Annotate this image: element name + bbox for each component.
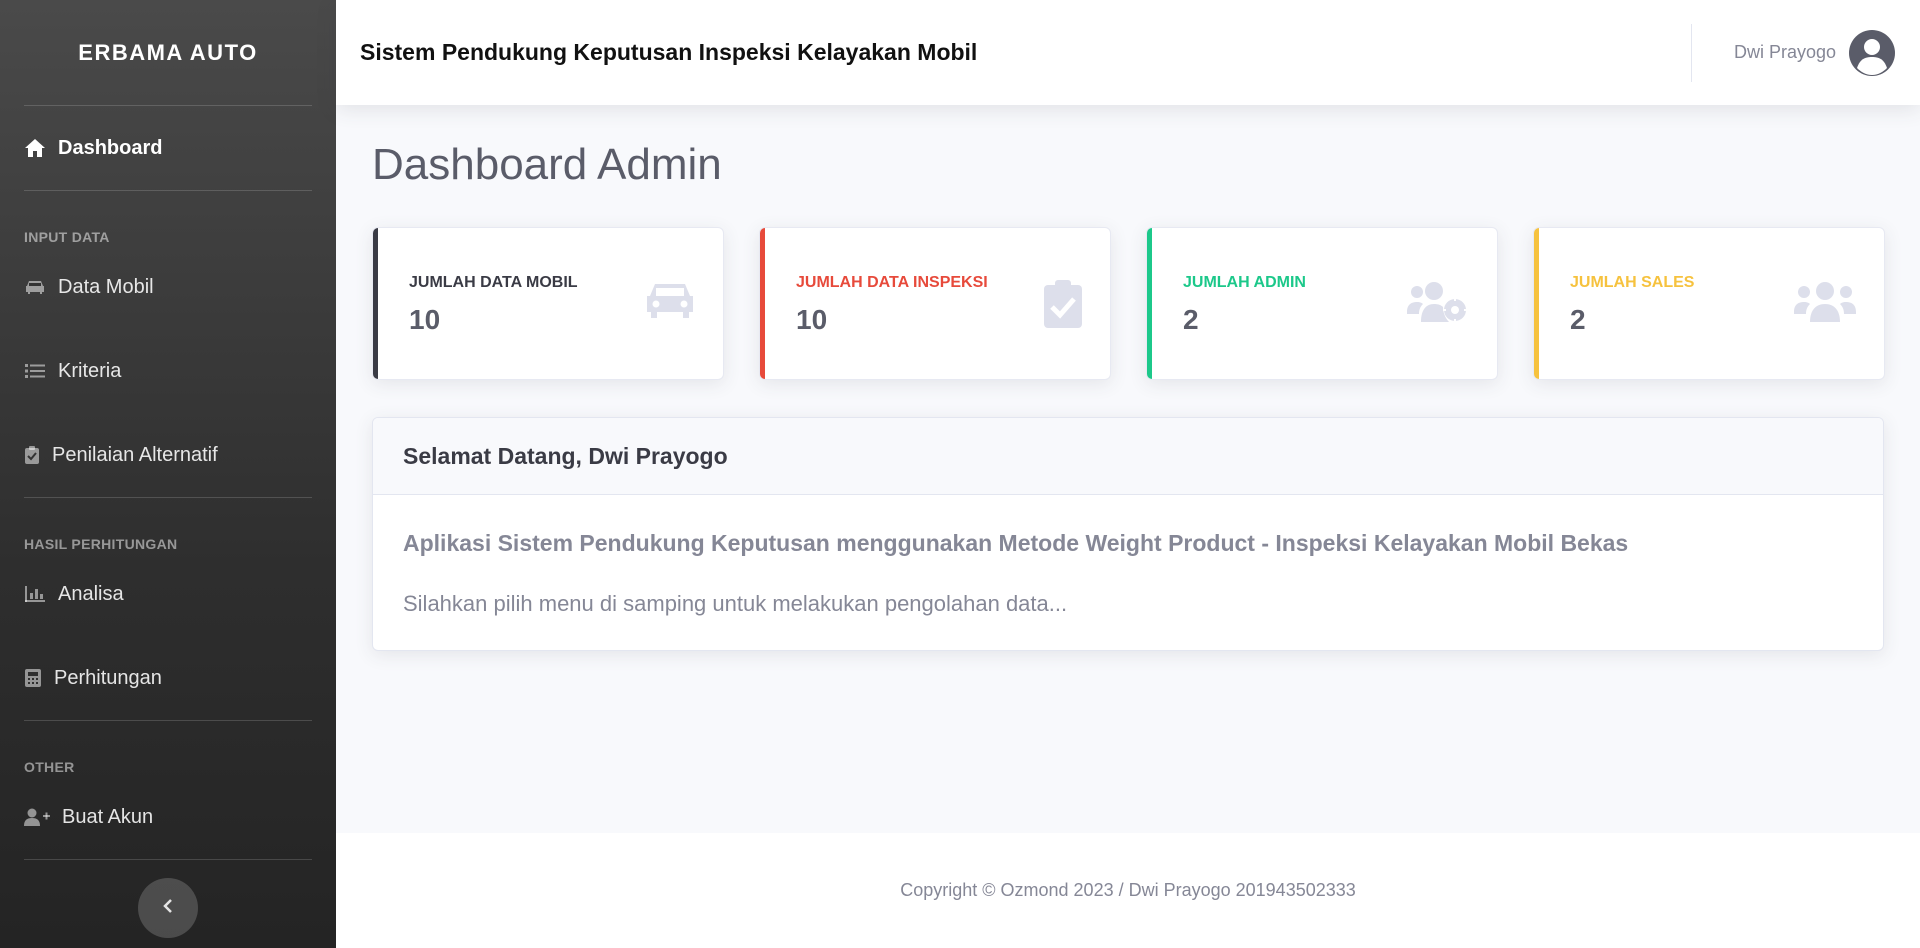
- sidebar-item-label: Kriteria: [58, 359, 122, 382]
- stat-value: 10: [796, 304, 828, 335]
- sidebar-item-label: Dashboard: [58, 136, 163, 159]
- stat-label: JUMLAH SALES: [1570, 274, 1695, 291]
- sidebar-toggle-button[interactable]: [138, 878, 198, 938]
- user-plus-icon: [24, 806, 50, 828]
- sidebar-heading-input: INPUT DATA: [24, 229, 110, 245]
- welcome-card: Selamat Datang, Dwi Prayogo Aplikasi Sis…: [372, 417, 1884, 651]
- stat-value: 2: [1570, 304, 1586, 335]
- list-icon: [24, 360, 46, 382]
- stat-card-mobil: JUMLAH DATA MOBIL 10: [372, 227, 724, 380]
- sidebar-item-label: Data Mobil: [58, 275, 154, 298]
- sidebar-item-analisa[interactable]: Analisa: [0, 552, 336, 636]
- sidebar-item-penilaian[interactable]: Penilaian Alternatif: [0, 413, 336, 497]
- sidebar-divider: [24, 190, 312, 191]
- calculator-icon: [24, 667, 42, 689]
- stat-label: JUMLAH ADMIN: [1183, 274, 1306, 291]
- stat-card-admin: JUMLAH ADMIN 2: [1146, 227, 1498, 380]
- card-accent-bar: [1534, 228, 1539, 379]
- sidebar-divider: [24, 859, 312, 860]
- sidebar-item-label: Analisa: [58, 582, 124, 605]
- brand-logo[interactable]: ERBAMA AUTO: [0, 0, 336, 105]
- stat-label: JUMLAH DATA MOBIL: [409, 274, 578, 291]
- page-title: Dashboard Admin: [372, 140, 722, 189]
- sidebar: ERBAMA AUTO Dashboard INPUT DATA Data Mo…: [0, 0, 336, 948]
- users-icon: [1794, 280, 1856, 329]
- sidebar-heading-other: OTHER: [24, 759, 75, 775]
- sidebar-item-data-mobil[interactable]: Data Mobil: [0, 245, 336, 329]
- chevron-left-icon: [162, 898, 174, 918]
- sidebar-item-dashboard[interactable]: Dashboard: [0, 106, 336, 190]
- stat-value: 10: [409, 304, 441, 335]
- home-icon: [24, 137, 46, 159]
- topbar: Sistem Pendukung Keputusan Inspeksi Kela…: [336, 0, 1920, 105]
- card-accent-bar: [1147, 228, 1152, 379]
- sidebar-item-buat-akun[interactable]: Buat Akun: [0, 775, 336, 859]
- clipboard-check-icon: [1044, 280, 1082, 333]
- welcome-heading: Selamat Datang, Dwi Prayogo: [373, 418, 1883, 495]
- stat-card-inspeksi: JUMLAH DATA INSPEKSI 10: [759, 227, 1111, 380]
- card-accent-bar: [373, 228, 378, 379]
- clipboard-check-icon: [24, 444, 40, 466]
- users-cog-icon: [1407, 280, 1469, 329]
- topbar-divider: [1690, 23, 1692, 82]
- avatar[interactable]: [1848, 29, 1896, 77]
- stat-label: JUMLAH DATA INSPEKSI: [796, 274, 988, 291]
- footer: Copyright © Ozmond 2023 / Dwi Prayogo 20…: [336, 833, 1920, 948]
- app-title: Sistem Pendukung Keputusan Inspeksi Kela…: [360, 39, 978, 65]
- welcome-text: Silahkan pilih menu di samping untuk mel…: [403, 591, 1068, 616]
- sidebar-item-perhitungan[interactable]: Perhitungan: [0, 636, 336, 720]
- card-accent-bar: [760, 228, 765, 379]
- sidebar-item-kriteria[interactable]: Kriteria: [0, 329, 336, 413]
- stat-card-sales: JUMLAH SALES 2: [1533, 227, 1885, 380]
- sidebar-item-label: Buat Akun: [62, 805, 154, 828]
- stat-value: 2: [1183, 304, 1199, 335]
- user-menu[interactable]: Dwi Prayogo: [1690, 0, 1896, 105]
- user-name[interactable]: Dwi Prayogo: [1734, 42, 1836, 63]
- car-icon: [645, 280, 695, 327]
- chart-bar-icon: [24, 583, 46, 605]
- sidebar-item-label: Penilaian Alternatif: [52, 443, 218, 466]
- sidebar-item-label: Perhitungan: [54, 666, 162, 689]
- sidebar-divider: [24, 497, 312, 498]
- car-icon: [24, 276, 46, 298]
- sidebar-divider: [24, 720, 312, 721]
- sidebar-heading-hasil: HASIL PERHITUNGAN: [24, 536, 178, 552]
- copyright-text: Copyright © Ozmond 2023 / Dwi Prayogo 20…: [900, 880, 1356, 900]
- welcome-subtitle: Aplikasi Sistem Pendukung Keputusan meng…: [403, 530, 1629, 556]
